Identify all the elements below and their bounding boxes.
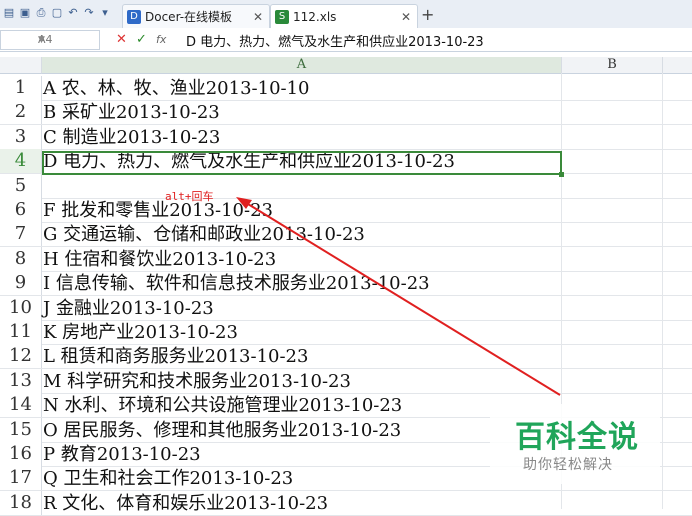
watermark-title: 百科全说 bbox=[515, 420, 639, 455]
watermark-logo: 百科全说 助你轻松解决 bbox=[490, 404, 660, 484]
watermark-subtitle: 助你轻松解决 bbox=[523, 457, 613, 473]
annotation-label: alt+回车 bbox=[165, 190, 214, 203]
